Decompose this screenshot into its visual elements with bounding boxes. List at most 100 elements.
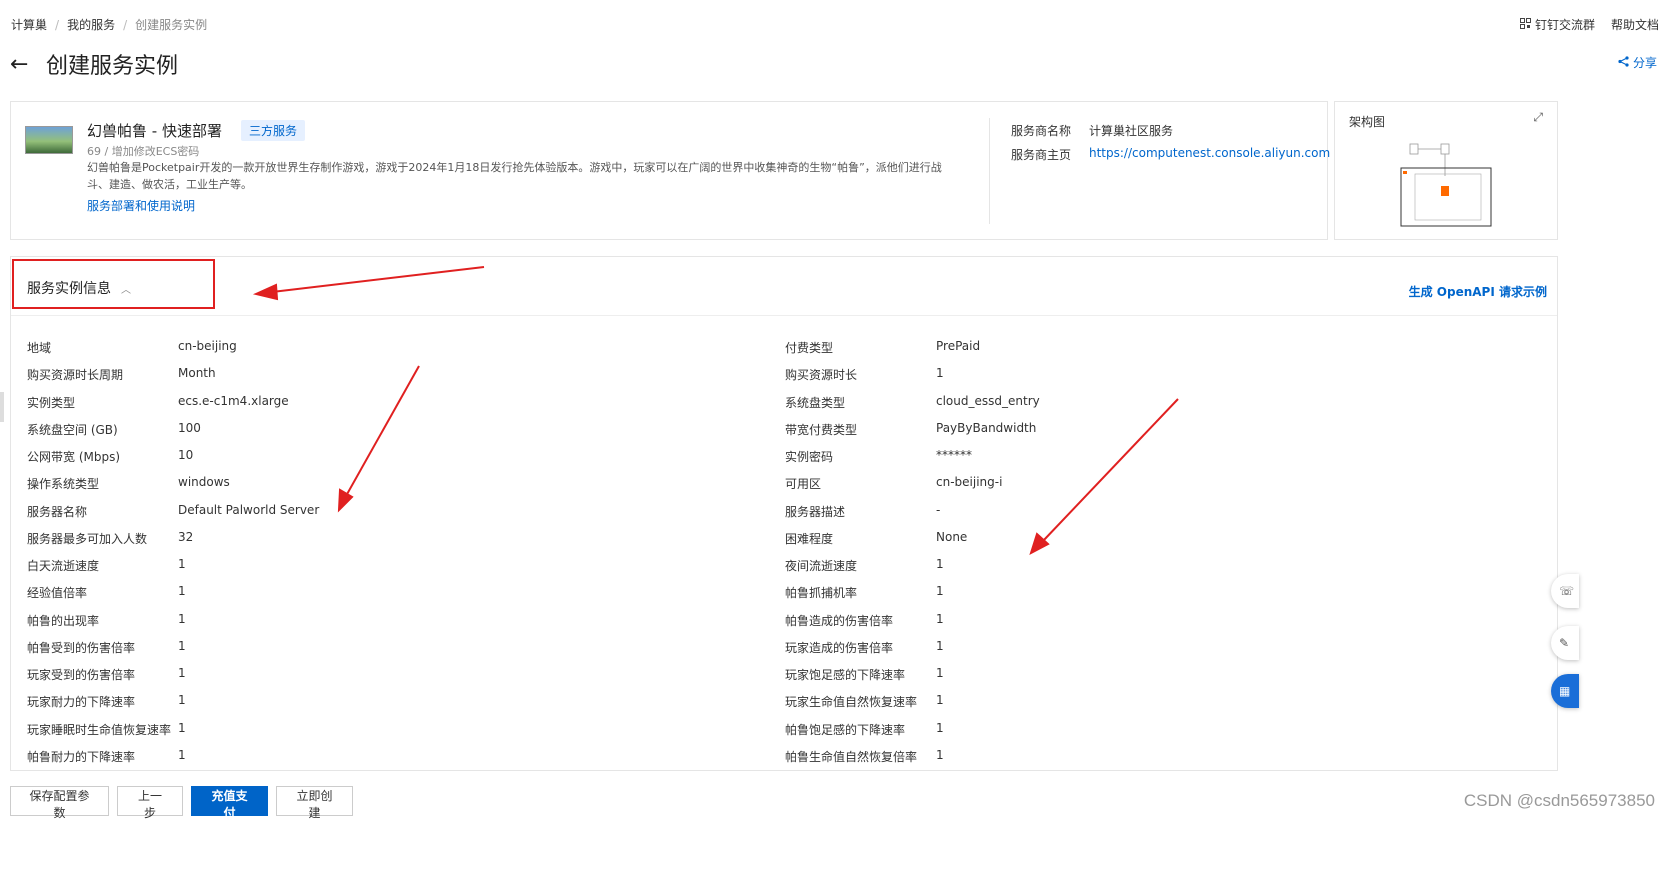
service-name: 幻兽帕鲁 - 快速部署 <box>87 122 222 140</box>
field-value: 1 <box>178 584 186 599</box>
field-label: 帕鲁造成的伤害倍率 <box>785 613 894 628</box>
field-label: 帕鲁饱足感的下降速率 <box>785 722 906 737</box>
field-label: 购买资源时长周期 <box>27 368 124 383</box>
watermark: CSDN @csdn565973850 <box>1463 791 1655 810</box>
service-logo <box>25 126 73 154</box>
field-value: 1 <box>936 747 944 762</box>
recharge-pay-button[interactable]: 充值支付 <box>191 786 268 820</box>
help-docs-link[interactable]: 帮助文档 <box>1611 16 1659 33</box>
top-links: 钉钉交流群 帮助文档 <box>1519 16 1659 33</box>
divider <box>989 118 990 224</box>
create-now-button[interactable]: 立即创建 <box>276 786 353 820</box>
service-description: 幻兽帕鲁是Pocketpair开发的一款开放世界生存制作游戏，游戏于2024年1… <box>87 161 942 191</box>
breadcrumb-separator: / <box>123 17 128 32</box>
architecture-diagram <box>1400 143 1492 227</box>
field-label: 服务器描述 <box>785 504 846 519</box>
field-value: Default Palworld Server <box>178 502 320 517</box>
share-button[interactable]: 分享 <box>1618 54 1657 71</box>
field-label: 地域 <box>27 341 52 355</box>
field-label: 系统盘空间 (GB) <box>27 422 118 437</box>
field-value: 1 <box>178 720 186 735</box>
instance-info-card: 服务实例信息 ︿ 生成 OpenAPI 请求示例 地域 cn-beijing 购买资… <box>10 256 1558 771</box>
dingtalk-link[interactable]: 钉钉交流群 <box>1519 16 1595 33</box>
field-value: cn-beijing-i <box>936 475 1003 490</box>
page-title: 创建服务实例 <box>46 54 179 79</box>
float-apps-button[interactable]: ▦ <box>1551 674 1579 708</box>
field-value: windows <box>178 475 230 490</box>
save-config-button[interactable]: 保存配置参数 <box>10 786 109 820</box>
breadcrumb-separator: / <box>55 17 60 32</box>
field-value: 1 <box>936 638 944 653</box>
field-value: 1 <box>178 666 186 680</box>
breadcrumb: 计算巢 / 我的服务 / 创建服务实例 <box>11 16 207 33</box>
breadcrumb-item-current: 创建服务实例 <box>135 18 208 32</box>
provider-name: 计算巢社区服务 <box>1089 124 1174 138</box>
field-value: ecs.e-c1m4.xlarge <box>178 393 289 408</box>
field-value: 10 <box>178 448 194 462</box>
service-doc-link[interactable]: 服务部署和使用说明 <box>87 197 195 214</box>
grid-icon: ▦ <box>1559 684 1571 698</box>
field-label: 可用区 <box>785 477 822 492</box>
feedback-icon: ✎ <box>1559 636 1570 650</box>
field-value: 1 <box>178 557 186 571</box>
field-value: 1 <box>936 557 944 571</box>
field-label: 玩家耐力的下降速率 <box>27 695 136 710</box>
field-label: 玩家受到的伤害倍率 <box>27 668 136 682</box>
field-label: 白天流逝速度 <box>27 559 100 573</box>
field-value: 1 <box>936 720 944 735</box>
field-value: 1 <box>178 638 186 653</box>
field-label: 玩家造成的伤害倍率 <box>785 640 894 655</box>
field-label: 购买资源时长 <box>785 368 858 383</box>
field-label: 帕鲁生命值自然恢复倍率 <box>785 749 918 764</box>
field-value: ****** <box>936 448 972 462</box>
field-label: 服务器最多可加入人数 <box>27 531 148 546</box>
field-value: cloud_essd_entry <box>936 393 1040 408</box>
field-label: 系统盘类型 <box>785 395 846 410</box>
field-value: 32 <box>178 529 194 544</box>
field-value: 1 <box>178 693 186 708</box>
provider-name-label: 服务商名称 <box>1011 124 1072 138</box>
field-value: cn-beijing <box>178 339 237 353</box>
field-label: 实例类型 <box>27 395 76 410</box>
field-value: - <box>936 502 941 517</box>
previous-step-button[interactable]: 上一步 <box>117 786 183 820</box>
field-label: 实例密码 <box>785 450 834 464</box>
field-label: 带宽付费类型 <box>785 422 858 437</box>
instance-info-header[interactable]: 服务实例信息 ︿ 生成 OpenAPI 请求示例 <box>11 257 1557 316</box>
field-label: 服务器名称 <box>27 504 88 519</box>
share-label: 分享 <box>1632 56 1657 70</box>
provider-home-url[interactable]: https://computenest.console.aliyun.com <box>1089 146 1330 160</box>
field-value: 1 <box>936 584 944 599</box>
field-label: 帕鲁耐力的下降速率 <box>27 749 136 764</box>
float-feedback-button[interactable]: ✎ <box>1551 626 1579 660</box>
share-icon <box>1618 55 1629 70</box>
breadcrumb-item-compute-nest[interactable]: 计算巢 <box>11 16 47 33</box>
back-arrow-icon[interactable]: ← <box>10 52 40 77</box>
field-label: 夜间流逝速度 <box>785 559 858 573</box>
field-value: PayByBandwidth <box>936 420 1037 435</box>
float-contact-button[interactable]: ☏ <box>1551 574 1579 608</box>
expand-icon[interactable]: ⤢ <box>1533 110 1543 125</box>
field-value: 1 <box>936 666 944 680</box>
field-label: 付费类型 <box>785 341 834 355</box>
field-value: PrePaid <box>936 339 981 353</box>
architecture-card[interactable]: 架构图 ⤢ <box>1334 101 1558 240</box>
service-card: 幻兽帕鲁 - 快速部署 三方服务 69 / 增加修改ECS密码 幻兽帕鲁是Poc… <box>10 101 1330 240</box>
openapi-example-link[interactable]: 生成 OpenAPI 请求示例 <box>1409 283 1547 300</box>
field-label: 玩家睡眠时生命值恢复速率 <box>27 722 172 737</box>
field-label: 操作系统类型 <box>27 477 100 492</box>
title-row: ← 创建服务实例 <box>10 44 178 84</box>
annotation-box <box>12 259 215 309</box>
provider-home-link[interactable]: https://computenest.console.aliyun.com <box>1089 146 1330 160</box>
field-label: 帕鲁的出现率 <box>27 613 100 628</box>
side-collapse-tab[interactable] <box>0 392 4 422</box>
breadcrumb-item-my-services[interactable]: 我的服务 <box>67 16 115 33</box>
field-label: 帕鲁抓捕机率 <box>785 586 858 601</box>
field-value: 1 <box>936 611 944 626</box>
field-value: Month <box>178 366 216 381</box>
field-value: 1 <box>178 747 186 762</box>
provider-home-label: 服务商主页 <box>1011 148 1072 162</box>
field-value: None <box>936 529 968 544</box>
headset-icon: ☏ <box>1559 584 1575 598</box>
top-bar: 计算巢 / 我的服务 / 创建服务实例 钉钉交流群 帮助文档 <box>0 0 1667 44</box>
